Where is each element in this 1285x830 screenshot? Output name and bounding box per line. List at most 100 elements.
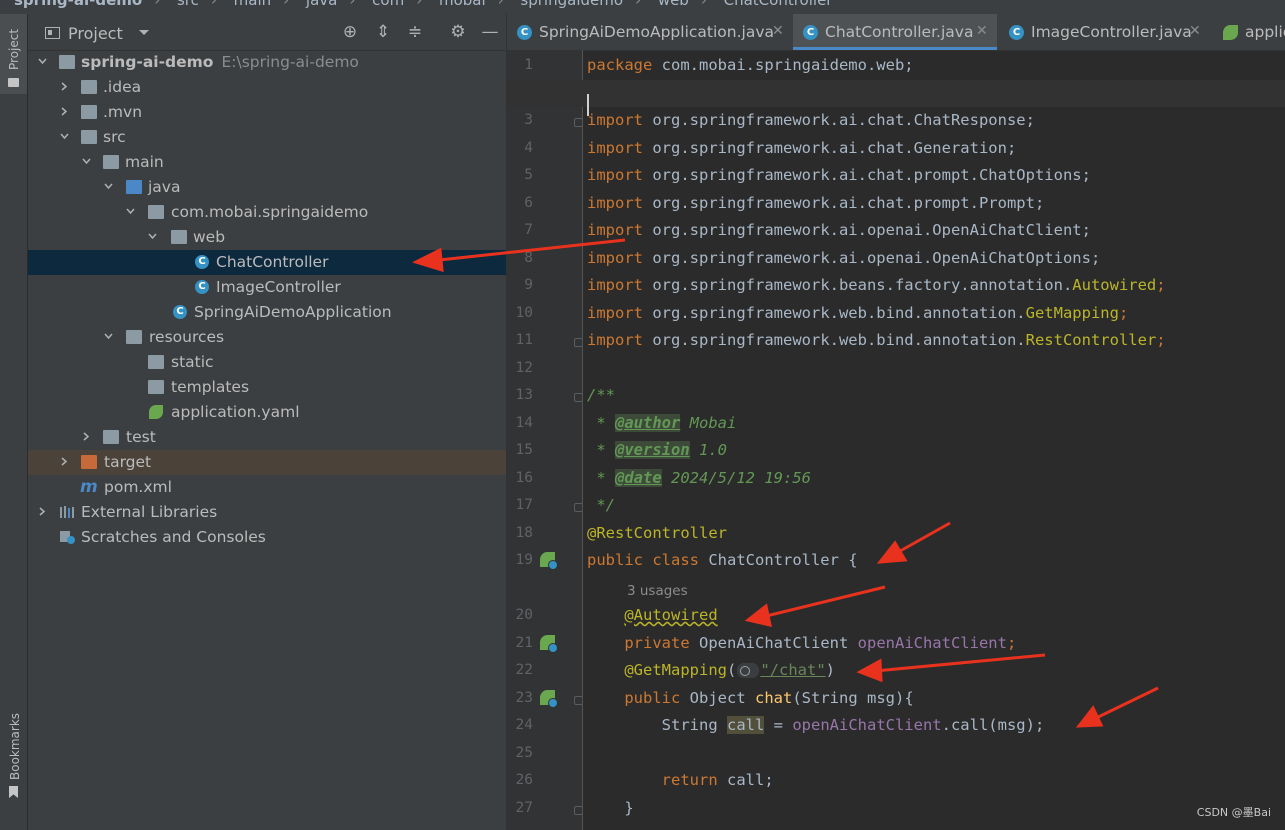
tree-item-target[interactable]: target bbox=[28, 450, 506, 475]
tree-item-static[interactable]: static bbox=[28, 350, 506, 375]
close-icon[interactable]: ✕ bbox=[976, 23, 988, 39]
bookmarks-tool-tab[interactable]: Bookmarks bbox=[0, 700, 27, 810]
bookmark-icon bbox=[9, 786, 18, 798]
spring-boot-class-icon: C bbox=[517, 25, 532, 40]
tree-item-test[interactable]: test bbox=[28, 425, 506, 450]
tab-springaidemoapplication[interactable]: C SpringAiDemoApplication.java ✕ bbox=[507, 14, 790, 50]
chevron-down-icon[interactable] bbox=[104, 332, 113, 341]
spring-bean-gutter-icon[interactable] bbox=[540, 552, 558, 570]
code-line: import org.springframework.ai.chat.promp… bbox=[587, 166, 1091, 184]
tree-item-label: application.yaml bbox=[171, 403, 300, 421]
chevron-down-icon[interactable] bbox=[82, 157, 91, 166]
project-panel-header: Project ⊕ ⇕ ≑ ⚙ — bbox=[28, 14, 506, 51]
tree-item-label: .mvn bbox=[103, 103, 143, 121]
watermark: CSDN @墨Bai bbox=[1196, 806, 1271, 819]
breadcrumb-item[interactable]: ChatController bbox=[724, 0, 833, 9]
usages-hint[interactable]: 3 usages bbox=[627, 581, 688, 599]
spring-autowired-gutter-icon[interactable] bbox=[540, 635, 558, 653]
chevron-right-icon[interactable] bbox=[38, 507, 47, 516]
line-number: 11 bbox=[515, 332, 533, 348]
code-line: @GetMapping("/chat") bbox=[624, 661, 835, 679]
tab-label: ImageController.java bbox=[1031, 23, 1192, 41]
tree-item-idea[interactable]: .idea bbox=[28, 75, 506, 100]
tree-item-resources[interactable]: resources bbox=[28, 325, 506, 350]
tree-item-springaidemoapplication[interactable]: C SpringAiDemoApplication bbox=[28, 300, 506, 325]
locate-icon[interactable]: ⊕ bbox=[340, 22, 360, 42]
maven-icon: m bbox=[80, 477, 98, 497]
chevron-down-icon[interactable] bbox=[104, 182, 113, 191]
line-number: 20 bbox=[515, 607, 533, 623]
tree-item-label: static bbox=[171, 353, 214, 371]
tree-item-scratches[interactable]: Scratches and Consoles bbox=[28, 525, 506, 550]
package-icon bbox=[148, 205, 164, 219]
line-number: 16 bbox=[515, 470, 533, 486]
chevron-down-icon[interactable] bbox=[138, 26, 150, 38]
tree-item-src[interactable]: src bbox=[28, 125, 506, 150]
java-class-icon: C bbox=[195, 280, 209, 294]
tree-item-label: java bbox=[148, 178, 181, 196]
chevron-right-icon[interactable] bbox=[60, 82, 69, 91]
tree-item-main[interactable]: main bbox=[28, 150, 506, 175]
code-line: public Object chat(String msg){ bbox=[624, 689, 914, 707]
breadcrumb-item[interactable]: main bbox=[234, 0, 271, 9]
tree-item-java[interactable]: java bbox=[28, 175, 506, 200]
tree-item-package[interactable]: com.mobai.springaidemo bbox=[28, 200, 506, 225]
line-number: 13 bbox=[515, 387, 533, 403]
project-panel-title[interactable]: Project bbox=[68, 24, 123, 43]
expand-all-icon[interactable]: ⇕ bbox=[373, 22, 393, 42]
editor-tabs: C SpringAiDemoApplication.java ✕ C ChatC… bbox=[507, 14, 1285, 51]
tab-application[interactable]: applic bbox=[1213, 14, 1285, 50]
breadcrumb-item[interactable]: spring-ai-demo bbox=[14, 0, 142, 9]
gear-icon[interactable]: ⚙ bbox=[448, 22, 468, 42]
breadcrumb-item[interactable]: src bbox=[177, 0, 199, 9]
tab-label: ChatController.java bbox=[825, 23, 974, 41]
breadcrumb-item[interactable]: springaidemo bbox=[520, 0, 623, 9]
collapse-all-icon[interactable]: ≑ bbox=[405, 22, 425, 42]
chevron-right-icon[interactable] bbox=[60, 457, 69, 466]
chevron-down-icon[interactable] bbox=[148, 232, 157, 241]
line-number: 17 bbox=[515, 497, 533, 513]
chevron-down-icon[interactable] bbox=[60, 132, 69, 141]
tab-imagecontroller[interactable]: C ImageController.java ✕ bbox=[999, 14, 1205, 50]
folder-icon bbox=[81, 130, 97, 144]
tree-item-label: src bbox=[103, 128, 126, 146]
tree-item-label: templates bbox=[171, 378, 250, 396]
minimize-icon[interactable]: — bbox=[480, 22, 500, 42]
close-icon[interactable]: ✕ bbox=[1189, 23, 1201, 39]
project-tool-tab[interactable]: Project bbox=[0, 14, 27, 94]
tab-chatcontroller[interactable]: C ChatController.java ✕ bbox=[793, 14, 997, 50]
resources-folder-icon bbox=[126, 330, 142, 344]
spring-leaf-icon bbox=[1223, 25, 1238, 40]
module-folder-icon bbox=[59, 55, 75, 69]
chevron-down-icon[interactable] bbox=[38, 57, 47, 66]
tree-item-spring-ai-demo[interactable]: spring-ai-demo E:\spring-ai-demo bbox=[28, 50, 506, 75]
close-icon[interactable]: ✕ bbox=[772, 23, 784, 39]
spring-boot-class-icon: C bbox=[173, 305, 187, 319]
line-number: 3 bbox=[524, 112, 533, 128]
tree-item-pom[interactable]: m pom.xml bbox=[28, 475, 506, 500]
code-line: package com.mobai.springaidemo.web; bbox=[587, 56, 914, 74]
tree-item-application-yaml[interactable]: application.yaml bbox=[28, 400, 506, 425]
tree-item-imagecontroller[interactable]: C ImageController bbox=[28, 275, 506, 300]
code-line: * @date 2024/5/12 19:56 bbox=[587, 469, 811, 487]
tree-item-external-libraries[interactable]: External Libraries bbox=[28, 500, 506, 525]
breadcrumb-item[interactable]: web bbox=[658, 0, 689, 9]
chevron-right-icon[interactable] bbox=[82, 432, 91, 441]
code-area[interactable]: package com.mobai.springaidemo.web; impo… bbox=[507, 50, 1285, 830]
breadcrumb-item[interactable]: java bbox=[306, 0, 337, 9]
line-number: 9 bbox=[524, 277, 533, 293]
tree-item-chatcontroller[interactable]: C ChatController bbox=[28, 250, 506, 275]
code-line: * @author Mobai bbox=[587, 414, 737, 432]
tree-item-label: com.mobai.springaidemo bbox=[171, 203, 369, 221]
chevron-right-icon[interactable] bbox=[60, 107, 69, 116]
tree-item-label: web bbox=[193, 228, 226, 246]
globe-icon[interactable] bbox=[737, 663, 760, 678]
chevron-down-icon[interactable] bbox=[126, 207, 135, 216]
tree-item-mvn[interactable]: .mvn bbox=[28, 100, 506, 125]
tree-item-templates[interactable]: templates bbox=[28, 375, 506, 400]
tree-item-web[interactable]: web bbox=[28, 225, 506, 250]
spring-endpoint-gutter-icon[interactable] bbox=[540, 690, 558, 708]
breadcrumb-item[interactable]: mobai bbox=[439, 0, 486, 9]
line-number: 24 bbox=[515, 717, 533, 733]
breadcrumb-item[interactable]: com bbox=[372, 0, 404, 9]
